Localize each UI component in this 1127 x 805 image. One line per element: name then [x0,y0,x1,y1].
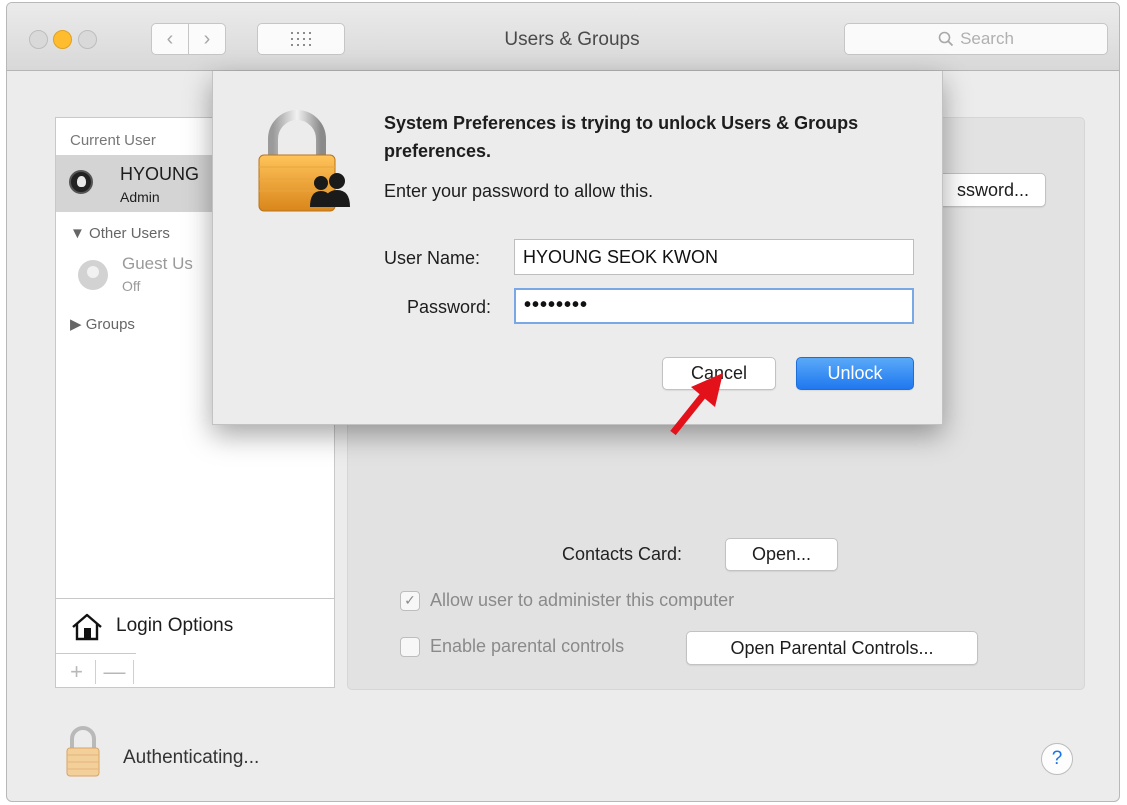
allow-admin-row: ✓ Allow user to administer this computer [400,590,734,611]
chevron-left-icon: ‹ [166,27,174,50]
disclosure-closed-icon: ▶ [70,316,82,333]
close-window-button[interactable] [29,30,48,49]
open-parental-controls-button[interactable]: Open Parental Controls... [686,631,978,665]
show-all-button[interactable] [257,23,345,55]
contacts-card-label: Contacts Card: [562,544,683,564]
add-user-button[interactable]: + [58,659,96,684]
password-label: Password: [407,297,492,317]
parental-controls-label: Enable parental controls [430,636,625,656]
system-preferences-window: ‹ › Users & Groups Search Current User H… [6,2,1120,802]
help-button[interactable]: ? [1041,743,1073,775]
disclosure-open-icon: ▼ [70,225,85,242]
guest-avatar [78,260,108,290]
title-bar: ‹ › Users & Groups Search [7,3,1119,71]
back-button[interactable]: ‹ [151,23,189,55]
dialog-message: Enter your password to allow this. [384,181,654,201]
current-user-name: HYOUNG [120,164,200,184]
dialog-title: System Preferences is trying to unlock U… [384,113,859,161]
login-options-label: Login Options [116,615,234,636]
window-title: Users & Groups [504,29,640,50]
allow-admin-checkbox[interactable]: ✓ [400,590,420,611]
search-placeholder: Search [960,29,1014,48]
add-remove-bar: + — [56,653,136,687]
parental-controls-row: Enable parental controls [400,636,624,657]
remove-user-button[interactable]: — [96,659,134,684]
house-icon [72,613,102,641]
username-label: User Name: [384,248,481,268]
search-field[interactable]: Search [844,23,1108,55]
zoom-window-button[interactable] [78,30,97,49]
unlock-button[interactable]: Unlock [796,357,914,390]
lock-status-text: Authenticating... [123,747,260,768]
forward-button[interactable]: › [188,23,226,55]
other-users-label: Other Users [89,225,170,242]
grid-icon [291,32,311,46]
contacts-card-open-button[interactable]: Open... [725,538,838,571]
lock-icon[interactable] [63,723,103,779]
guest-user-name[interactable]: Guest Us [122,254,193,274]
guest-user-status: Off [122,278,141,294]
current-user-role: Admin [120,189,160,205]
groups-header[interactable]: ▶ Groups [70,315,135,333]
chevron-right-icon: › [203,27,211,50]
username-field[interactable]: HYOUNG SEOK KWON [514,239,914,275]
avatar [69,170,93,194]
parental-controls-checkbox[interactable] [400,636,420,657]
other-users-header[interactable]: ▼ Other Users [70,225,170,242]
search-icon [938,31,954,47]
minimize-window-button[interactable] [53,30,72,49]
groups-label: Groups [85,316,135,333]
authentication-dialog: System Preferences is trying to unlock U… [212,71,943,436]
password-field[interactable]: •••••••• [514,288,914,324]
padlock-users-icon [258,110,350,212]
allow-admin-label: Allow user to administer this computer [430,590,735,610]
current-user-header: Current User [70,132,156,149]
checkmark-icon: ✓ [404,592,416,608]
red-arrow-annotation [670,373,723,436]
sidebar-item-login-options[interactable]: Login Options [56,598,334,652]
